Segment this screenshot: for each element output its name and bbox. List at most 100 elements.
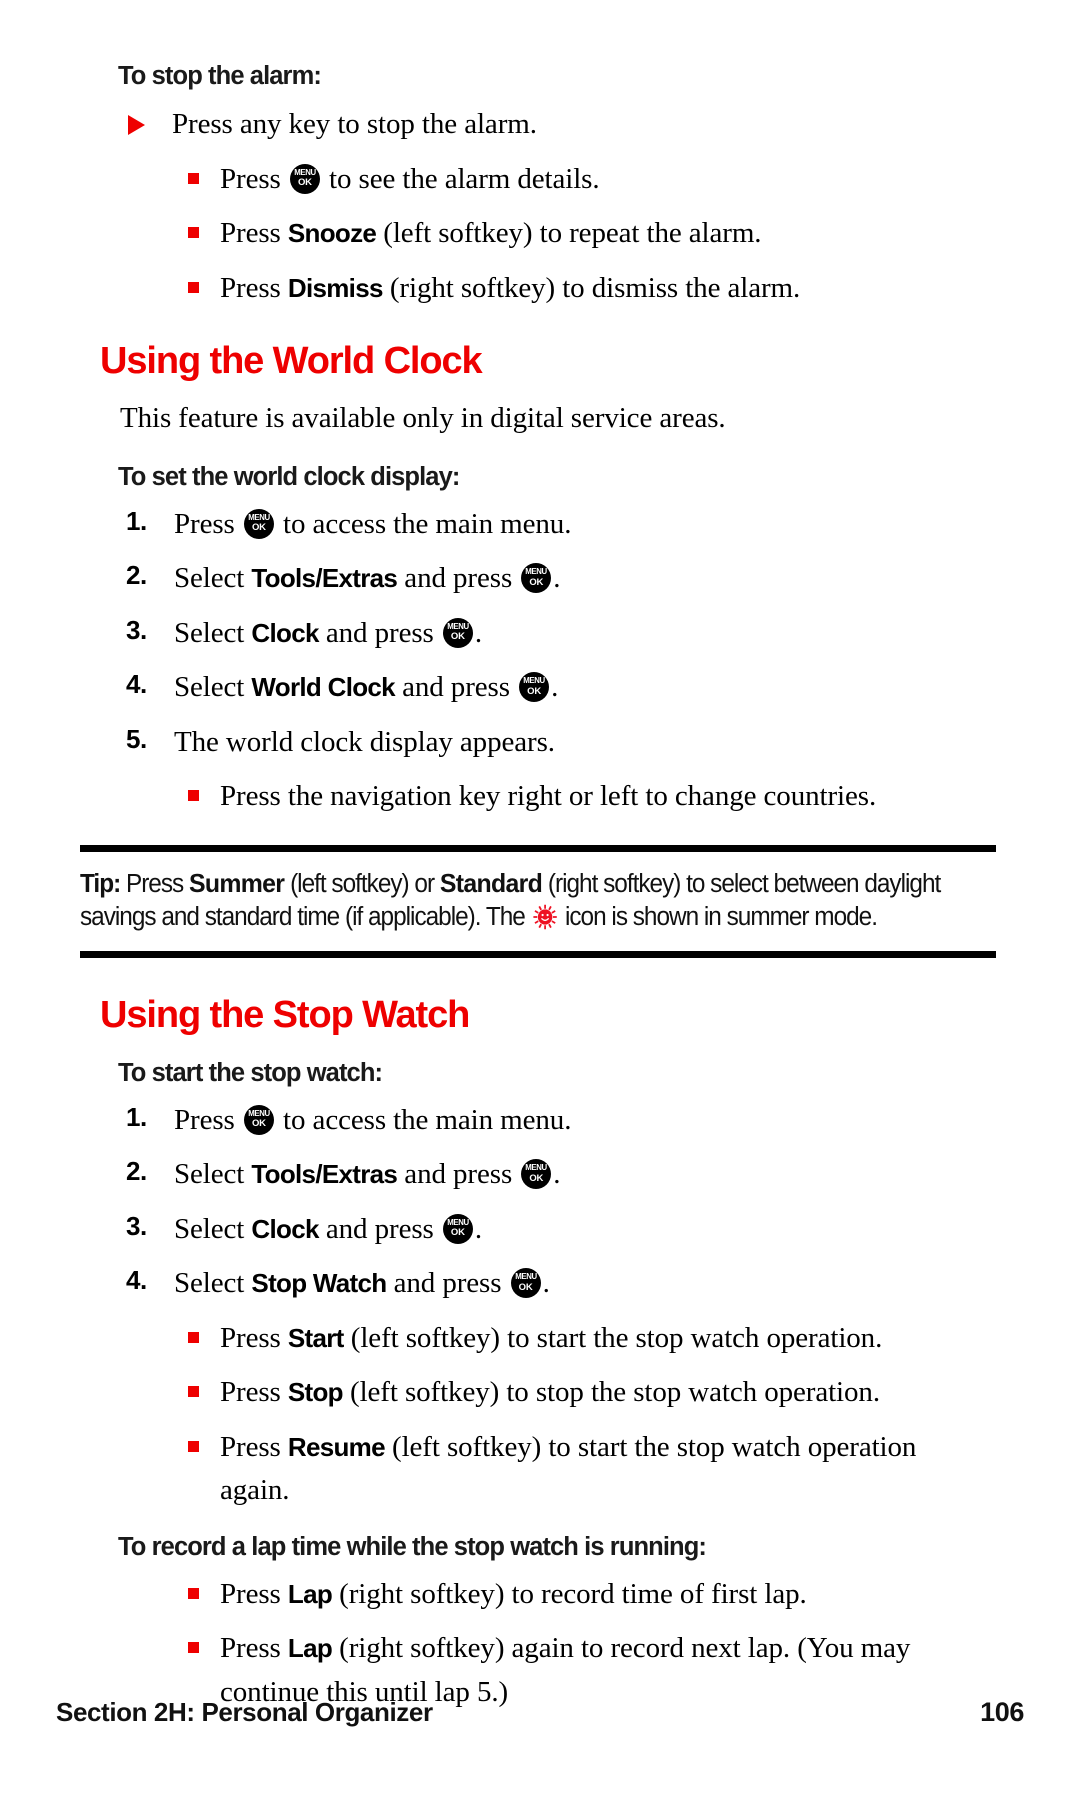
emphasis-term: Summer	[188, 867, 285, 898]
list-item: 4. Select World Clock and press MENU OK.	[100, 666, 980, 710]
list-item: 2. Select Tools/Extras and press MENU OK.	[100, 1153, 980, 1197]
section-stop-alarm: To stop the alarm: Press any key to stop…	[100, 62, 980, 310]
heading-using-the-stop-watch: Using the Stop Watch	[100, 993, 470, 1036]
list-item: Press the navigation key right or left t…	[100, 775, 980, 819]
list-item-text: Press Start (left softkey) to start the …	[220, 1321, 883, 1354]
emphasis-term: Tools/Extras	[251, 563, 398, 593]
tip-label: Tip:	[80, 869, 121, 898]
list-item-text: Press Stop (left softkey) to stop the st…	[220, 1376, 880, 1409]
list-item: Press any key to stop the alarm.	[100, 103, 980, 147]
list-marker-square	[188, 1426, 220, 1457]
square-bullet-icon	[188, 1331, 199, 1343]
square-bullet-icon	[188, 227, 199, 238]
square-bullet-icon	[188, 1642, 199, 1654]
list-item: 1. Press MENU OK to access the main menu.	[100, 503, 980, 547]
summer-sun-icon	[533, 904, 557, 930]
emphasis-term: Stop Watch	[251, 1268, 387, 1299]
footer-page-number: 106	[980, 1697, 1024, 1727]
list-marker-square	[188, 1627, 220, 1658]
menu-key-top-label: MENU	[525, 1162, 548, 1173]
list-item: 5. The world clock display appears.	[100, 721, 980, 765]
list-item: 3. Select Clock and press MENU OK.	[100, 612, 980, 656]
list-item-text: Press MENU OK to access the main menu.	[174, 1103, 572, 1136]
emphasis-term: Clock	[251, 617, 319, 648]
list-marker-number: 3.	[126, 614, 147, 645]
list-item: Press MENU OK to see the alarm details.	[100, 158, 980, 202]
list-stop-alarm: Press any key to stop the alarm. Press ME…	[100, 103, 980, 310]
list-world-clock: 1. Press MENU OK to access the main menu. 2…	[100, 503, 980, 819]
sub-heading-start-stop-watch: To start the stop watch:	[118, 1058, 383, 1087]
sub-heading-record-lap: To record a lap time while the stop watc…	[118, 1532, 707, 1561]
list-item-text: Press the navigation key right or left t…	[220, 780, 877, 812]
tip-box: Tip: Press Summer (left softkey) or Stan…	[80, 844, 996, 958]
menu-key-bottom-label: OK	[527, 685, 541, 697]
square-bullet-icon	[188, 1386, 199, 1398]
list-item-text: Select Stop Watch and press MENU OK.	[174, 1267, 550, 1300]
section-world-clock: Using the World Clock This feature is av…	[100, 340, 980, 819]
manual-page: To stop the alarm: Press any key to stop…	[0, 0, 1080, 1800]
tip-body: Press Summer (left softkey) or Standard …	[80, 867, 941, 932]
tip-text: Tip: Press Summer (left softkey) or Stan…	[80, 866, 955, 935]
heading-using-the-world-clock: Using the World Clock	[100, 340, 483, 382]
emphasis-term: Clock	[251, 1213, 319, 1244]
emphasis-term: Resume	[287, 1431, 386, 1462]
list-marker-number: 1.	[126, 1101, 147, 1132]
menu-key-top-label: MENU	[525, 566, 548, 576]
triangle-bullet-icon	[128, 115, 145, 135]
list-item-text: Press Lap (right softkey) to record time…	[220, 1577, 807, 1610]
list-item-text: Press MENU OK to see the alarm details.	[220, 162, 600, 195]
list-marker-number: 1.	[126, 505, 147, 536]
footer-section-label: Section 2H: Personal Organizer	[56, 1697, 433, 1727]
menu-key-bottom-label: OK	[450, 631, 465, 642]
list-marker-square	[188, 1371, 220, 1402]
menu-key-bottom-label: OK	[297, 177, 312, 188]
emphasis-term: Lap	[287, 1578, 333, 1609]
list-marker-triangle	[128, 103, 172, 140]
menu-key-top-label: MENU	[447, 620, 469, 631]
menu-key-bottom-label: OK	[450, 1227, 465, 1239]
list-marker-square	[188, 267, 220, 298]
list-marker-square	[188, 1317, 220, 1348]
menu-key-bottom-label: OK	[518, 1281, 533, 1293]
sub-heading-set-world-clock: To set the world clock display:	[118, 462, 460, 491]
menu-key-top-label: MENU	[294, 166, 316, 177]
list-item: Press Resume (left softkey) to start the…	[100, 1426, 980, 1513]
list-item: 3. Select Clock and press MENU OK.	[100, 1208, 980, 1252]
emphasis-term: Start	[287, 1322, 344, 1353]
list-item: Press Snooze (left softkey) to repeat th…	[100, 212, 980, 256]
list-item-text: Press any key to stop the alarm.	[172, 108, 537, 140]
emphasis-term: Snooze	[287, 218, 377, 248]
list-item-text: Select Clock and press MENU OK.	[174, 616, 483, 649]
emphasis-term: Standard	[439, 867, 543, 898]
list-item-text: Select Tools/Extras and press MENU OK.	[174, 562, 561, 594]
list-item-text: The world clock display appears.	[174, 725, 555, 758]
menu-key-top-label: MENU	[514, 1271, 537, 1282]
menu-key-bottom-label: OK	[251, 522, 266, 533]
intro-world-clock: This feature is available only in digita…	[120, 402, 726, 434]
list-marker-number: 4.	[126, 669, 147, 699]
menu-ok-key-icon: MENU OK	[510, 1268, 541, 1299]
list-item: Press Stop (left softkey) to stop the st…	[100, 1371, 980, 1415]
menu-ok-key-icon: MENU OK	[519, 672, 550, 702]
list-stop-watch-start: 1. Press MENU OK to access the main menu. 2…	[100, 1099, 980, 1513]
list-marker-square	[188, 158, 220, 189]
list-marker-number: 4.	[126, 1265, 147, 1296]
list-item-text: Press Dismiss (right softkey) to dismiss…	[220, 271, 801, 304]
emphasis-term: Lap	[287, 1633, 333, 1664]
menu-ok-key-icon: MENU OK	[442, 617, 473, 648]
square-bullet-icon	[188, 790, 199, 801]
list-marker-number: 5.	[126, 723, 147, 754]
emphasis-term: Stop	[287, 1377, 344, 1408]
square-bullet-icon	[188, 172, 199, 184]
list-item-text: Select Clock and press MENU OK.	[174, 1212, 483, 1245]
list-item-text: Select Tools/Extras and press MENU OK.	[174, 1158, 561, 1191]
menu-key-bottom-label: OK	[529, 576, 544, 588]
list-marker-square	[188, 212, 220, 243]
list-item: 4. Select Stop Watch and press MENU OK.	[100, 1262, 980, 1306]
list-item-text: Press MENU OK to access the main menu.	[174, 507, 572, 540]
list-item: Press Start (left softkey) to start the …	[100, 1317, 980, 1361]
menu-ok-key-icon: MENU OK	[521, 1159, 552, 1190]
menu-key-bottom-label: OK	[251, 1118, 266, 1130]
square-bullet-icon	[188, 1440, 199, 1452]
emphasis-term: World Clock	[251, 672, 395, 702]
